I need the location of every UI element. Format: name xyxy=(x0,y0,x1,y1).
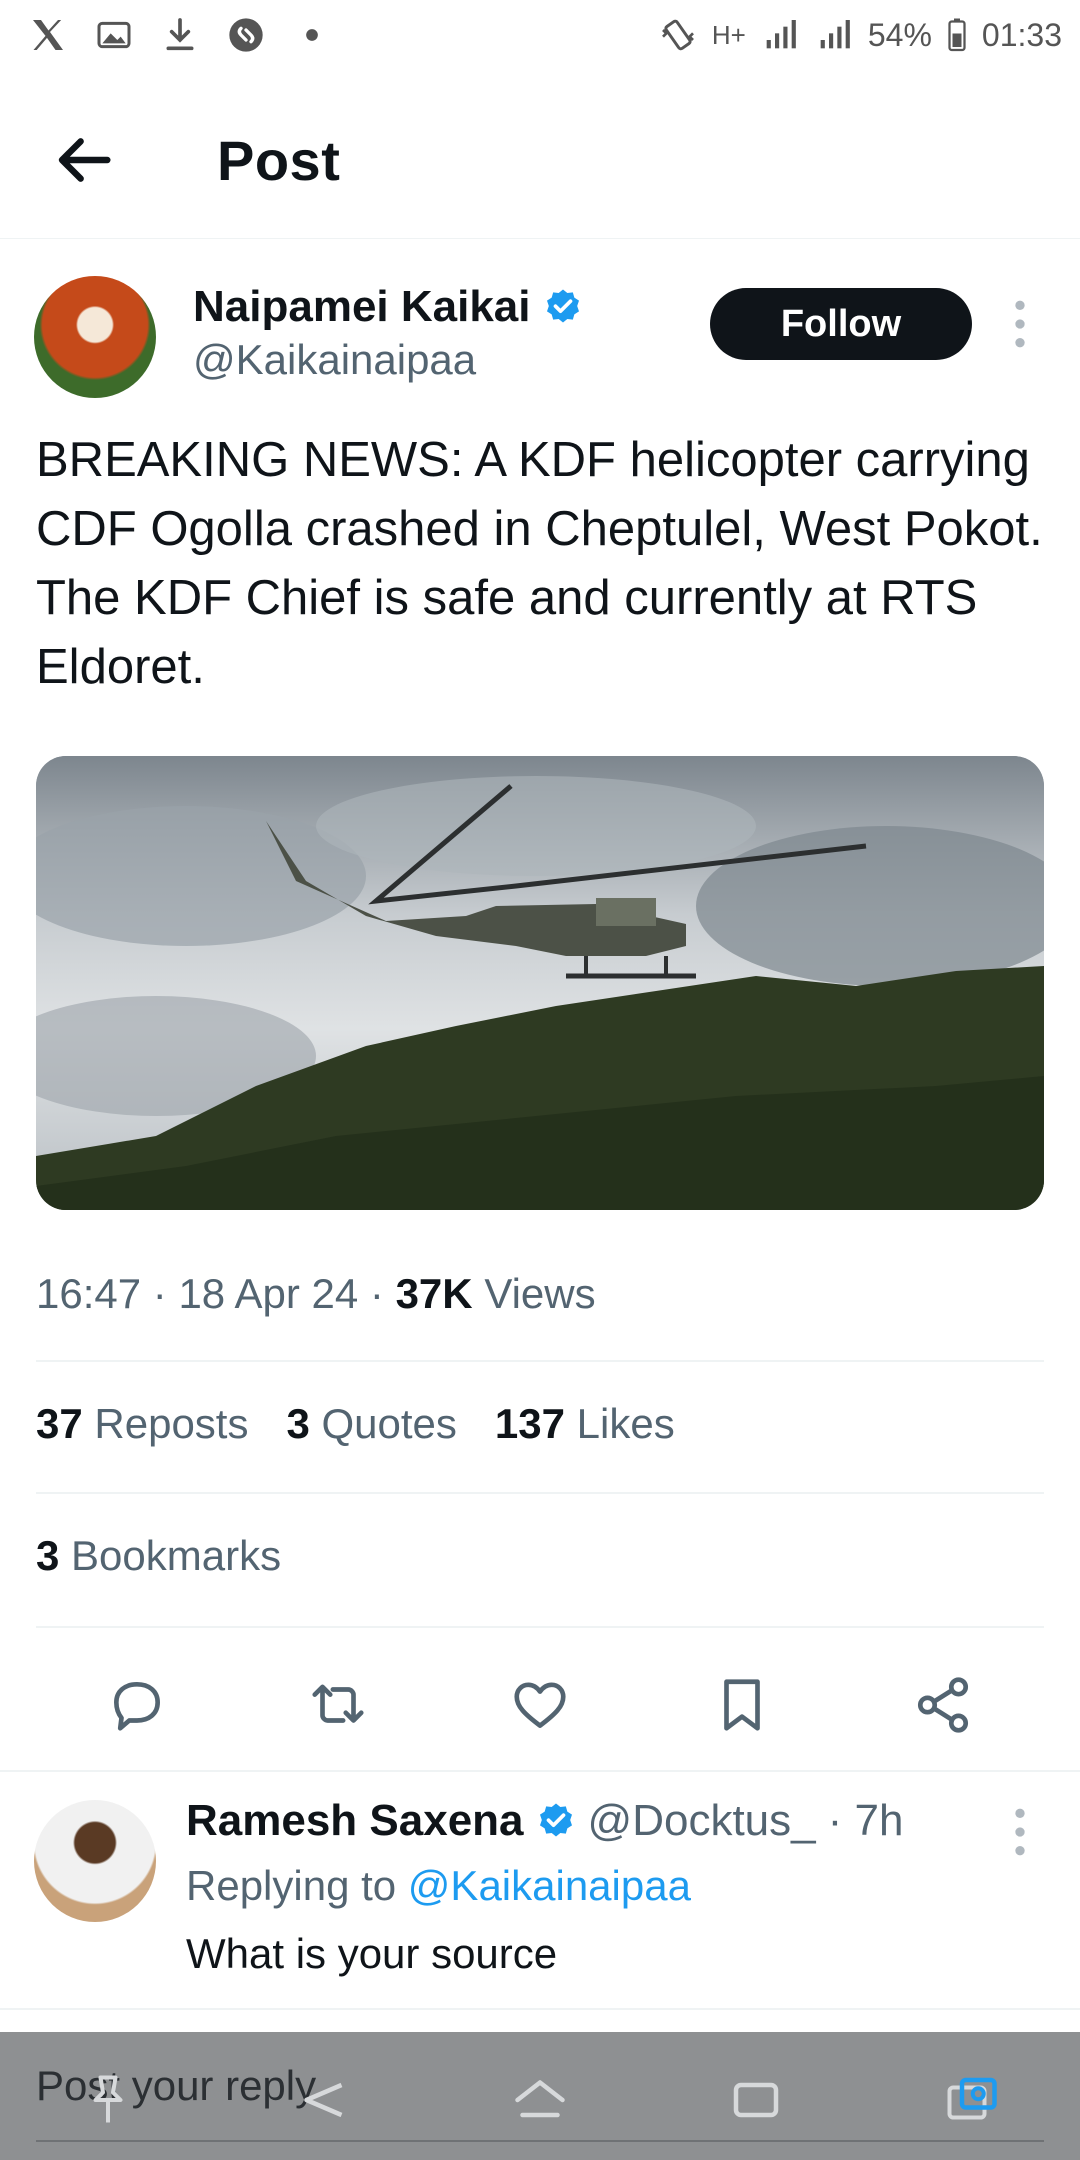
screenshot-icon xyxy=(947,2077,997,2120)
reply-age: · 7h xyxy=(827,1796,904,1845)
back-arrow-icon xyxy=(58,138,111,182)
nav-recents-button[interactable] xyxy=(721,2065,791,2135)
more-vertical-icon xyxy=(1015,1808,1025,1856)
nav-back-icon xyxy=(304,2082,343,2118)
author-avatar[interactable] xyxy=(34,276,156,398)
share-icon xyxy=(918,1677,969,1733)
home-icon xyxy=(515,2080,565,2118)
more-options-button[interactable] xyxy=(1000,296,1040,352)
status-bar: H+ 54% 01:33 xyxy=(0,0,1080,70)
signal-icon xyxy=(760,15,800,55)
system-navigation-bar xyxy=(0,2060,1080,2140)
vibrate-icon xyxy=(658,15,698,55)
divider xyxy=(36,1626,1044,1628)
reposts-stat[interactable]: 37 Reposts xyxy=(36,1400,248,1448)
follow-button[interactable]: Follow xyxy=(710,288,972,360)
battery-percent: 54% xyxy=(867,16,932,53)
recents-icon xyxy=(733,2082,779,2118)
nav-back-button[interactable] xyxy=(289,2065,359,2135)
status-icons-left xyxy=(28,12,332,58)
views-label: Views xyxy=(484,1270,596,1317)
shazam-icon xyxy=(226,15,266,55)
network-type: H+ xyxy=(711,19,746,50)
divider xyxy=(0,2008,1080,2010)
back-button[interactable] xyxy=(54,128,118,192)
nav-home-button[interactable] xyxy=(505,2065,575,2135)
like-button[interactable] xyxy=(506,1671,574,1739)
replying-to: Replying to @Kaikainaipaa xyxy=(186,1862,691,1909)
divider xyxy=(36,1492,1044,1494)
reply-icon xyxy=(113,1682,160,1731)
post-actions xyxy=(36,1660,1044,1750)
more-vertical-icon xyxy=(1015,300,1025,348)
reply-header: Ramesh Saxena @Docktus_ · 7h xyxy=(186,1796,903,1846)
quotes-stat[interactable]: 3 Quotes xyxy=(286,1400,456,1448)
repost-icon xyxy=(312,1684,364,1723)
composer-underline xyxy=(36,2140,1044,2142)
image-icon xyxy=(94,15,134,55)
battery-icon xyxy=(946,15,968,55)
post-date: 18 Apr 24 xyxy=(178,1270,359,1317)
bookmark-button[interactable] xyxy=(708,1671,776,1739)
share-button[interactable] xyxy=(909,1671,977,1739)
reply-text: What is your source xyxy=(186,1930,558,1977)
post-media-image[interactable] xyxy=(36,756,1044,1210)
engagement-stats: 37 Reposts 3 Quotes 137 Likes xyxy=(36,1400,675,1448)
divider xyxy=(36,1360,1044,1362)
like-icon xyxy=(514,1682,566,1728)
download-icon xyxy=(160,15,200,55)
reply-author-avatar[interactable] xyxy=(34,1800,156,1922)
author-name[interactable]: Naipamei Kaikai xyxy=(193,282,531,332)
reply-author-name[interactable]: Ramesh Saxena xyxy=(186,1796,524,1846)
likes-stat[interactable]: 137 Likes xyxy=(495,1400,675,1448)
status-icons-right: H+ 54% 01:33 xyxy=(658,12,1062,58)
x-logo-icon xyxy=(28,15,68,55)
pin-icon xyxy=(93,2075,123,2123)
verified-badge-icon xyxy=(539,1803,572,1837)
bookmark-icon xyxy=(723,1679,760,1731)
divider xyxy=(0,1770,1080,1772)
nav-screenshot-button[interactable] xyxy=(937,2065,1007,2135)
replying-to-handle[interactable]: @Kaikainaipaa xyxy=(408,1862,691,1909)
reply-more-button[interactable] xyxy=(1000,1804,1040,1860)
repost-button[interactable] xyxy=(304,1671,372,1739)
reply-button[interactable] xyxy=(103,1671,171,1739)
helicopter-photo xyxy=(36,756,1044,1210)
dot-icon xyxy=(292,15,332,55)
verified-badge-icon xyxy=(546,289,579,323)
signal-icon xyxy=(814,15,854,55)
clock: 01:33 xyxy=(981,16,1062,53)
post-time: 16:47 xyxy=(36,1270,142,1317)
header-bar: Post xyxy=(0,70,1080,239)
reply-author-handle[interactable]: @Docktus_ xyxy=(588,1796,816,1846)
post-meta: 16:47 · 18 Apr 24 · 37K Views xyxy=(36,1270,596,1317)
nav-pin-button[interactable] xyxy=(73,2065,143,2135)
post-text: BREAKING NEWS: A KDF helicopter carrying… xyxy=(36,433,1043,694)
views-count: 37K xyxy=(395,1270,473,1317)
bookmarks-stat[interactable]: 3 Bookmarks xyxy=(36,1532,281,1580)
page-title: Post xyxy=(217,129,341,192)
author-handle[interactable]: @Kaikainaipaa xyxy=(193,336,476,384)
author-name-row[interactable]: Naipamei Kaikai xyxy=(193,282,583,332)
